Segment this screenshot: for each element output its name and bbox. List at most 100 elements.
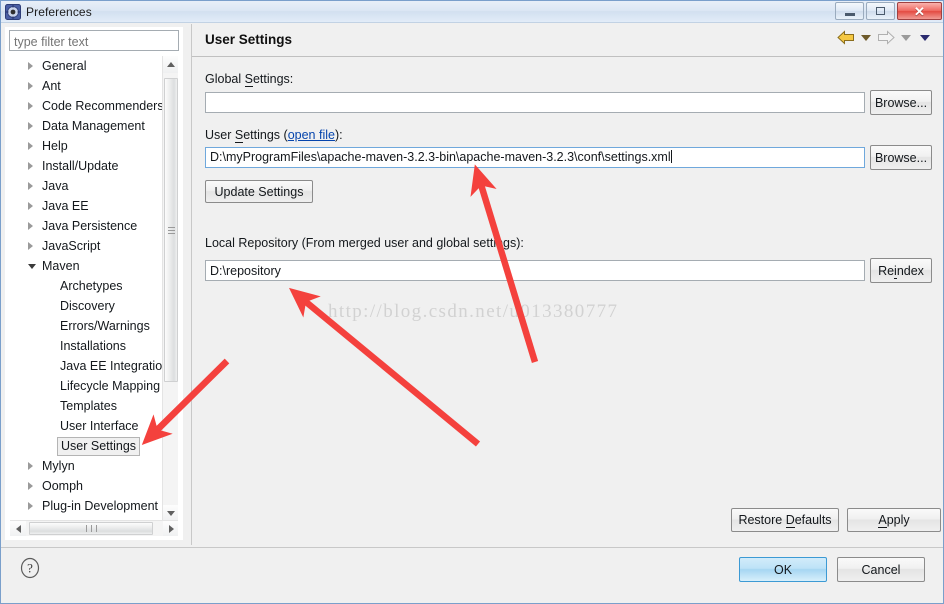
sidebar-item-label: Lifecycle Mapping: [60, 379, 161, 393]
chevron-right-icon[interactable]: [28, 222, 33, 230]
sidebar-item-code-recommenders[interactable]: Code Recommenders: [10, 96, 163, 116]
scroll-left-button[interactable]: [10, 521, 26, 536]
navigation-toolbar: [837, 30, 933, 45]
window-title: Preferences: [26, 4, 92, 19]
filter-input[interactable]: [9, 30, 179, 51]
chevron-right-icon[interactable]: [28, 122, 33, 130]
sidebar-item-install-update[interactable]: Install/Update: [10, 156, 163, 176]
maximize-button[interactable]: [866, 2, 895, 20]
sidebar-item-label: Discovery: [60, 299, 115, 313]
user-settings-label-prefix: User: [205, 128, 235, 142]
chevron-right-icon[interactable]: [28, 82, 33, 90]
reindex-button[interactable]: Reindex: [870, 258, 932, 283]
restore-defaults-mnemonic: D: [785, 513, 795, 528]
user-settings-browse-button[interactable]: Browse...: [870, 145, 932, 170]
chevron-right-icon[interactable]: [28, 482, 33, 490]
sidebar-item-user-settings[interactable]: User Settings: [10, 436, 163, 456]
restore-defaults-suffix: efaults: [794, 513, 832, 527]
sidebar-item-label: Java EE: [42, 199, 89, 213]
update-settings-label: Update Settings: [214, 184, 304, 199]
sidebar-item-label: General: [42, 59, 87, 73]
ok-label: OK: [773, 562, 793, 577]
sidebar-item-javascript[interactable]: JavaScript: [10, 236, 163, 256]
sidebar-item-discovery[interactable]: Discovery: [10, 296, 163, 316]
sidebar-item-data-management[interactable]: Data Management: [10, 116, 163, 136]
settings-panel: User Settings Global Settings: Browse...…: [191, 24, 943, 545]
vertical-scroll-thumb[interactable]: [164, 78, 178, 382]
global-settings-label: Global Settings:: [205, 72, 294, 87]
sidebar-item-maven[interactable]: Maven: [10, 256, 163, 276]
sidebar-item-java-ee-integration[interactable]: Java EE Integration: [10, 356, 163, 376]
local-repository-input[interactable]: [205, 260, 865, 281]
chevron-right-icon[interactable]: [28, 102, 33, 110]
scroll-up-button[interactable]: [163, 56, 178, 73]
apply-button[interactable]: Apply: [847, 508, 941, 532]
sidebar-item-java-ee[interactable]: Java EE: [10, 196, 163, 216]
text-caret: [670, 150, 672, 163]
sidebar-item-java[interactable]: Java: [10, 176, 163, 196]
chevron-right-icon[interactable]: [28, 502, 33, 510]
chevron-right-icon[interactable]: [28, 462, 33, 470]
cancel-button[interactable]: Cancel: [837, 557, 925, 582]
back-history-chevron-down-icon[interactable]: [861, 34, 871, 41]
global-settings-browse-button[interactable]: Browse...: [870, 90, 932, 115]
close-button[interactable]: ✕: [897, 2, 942, 20]
sidebar-item-archetypes[interactable]: Archetypes: [10, 276, 163, 296]
forward-history-chevron-down-icon[interactable]: [901, 34, 911, 41]
sidebar-item-label: Mylyn: [42, 459, 75, 473]
ok-button[interactable]: OK: [739, 557, 827, 582]
minimize-button[interactable]: [835, 2, 864, 20]
chevron-right-icon[interactable]: [28, 242, 33, 250]
scroll-right-button[interactable]: [163, 521, 178, 536]
window-titlebar: Preferences ✕: [1, 1, 943, 23]
title-divider: [192, 56, 943, 57]
sidebar-item-mylyn[interactable]: Mylyn: [10, 456, 163, 476]
preference-tree-items: General Ant Code Recommenders Data Manageme…: [10, 56, 163, 522]
chevron-right-icon[interactable]: [28, 142, 33, 150]
sidebar-item-java-persistence[interactable]: Java Persistence: [10, 216, 163, 236]
restore-defaults-button[interactable]: Restore Defaults: [731, 508, 839, 532]
chevron-right-icon[interactable]: [28, 162, 33, 170]
chevron-right-icon[interactable]: [28, 182, 33, 190]
sidebar-item-help[interactable]: Help: [10, 136, 163, 156]
chevron-down-icon[interactable]: [28, 264, 36, 269]
sidebar-item-label: Java: [42, 179, 69, 193]
sidebar-item-templates[interactable]: Templates: [10, 396, 163, 416]
view-menu-chevron-down-icon[interactable]: [920, 34, 930, 41]
sidebar-item-label: Templates: [60, 399, 117, 413]
back-arrow-icon[interactable]: [837, 30, 855, 45]
sidebar-item-installations[interactable]: Installations: [10, 336, 163, 356]
sidebar-item-user-interface[interactable]: User Interface: [10, 416, 163, 436]
help-question-icon[interactable]: ?: [19, 557, 41, 579]
sidebar-item-label: Plug-in Development: [42, 499, 159, 513]
tree-vertical-scrollbar[interactable]: [162, 56, 178, 522]
sidebar-item-lifecycle-mapping[interactable]: Lifecycle Mapping: [10, 376, 163, 396]
horizontal-scroll-thumb[interactable]: [29, 522, 153, 535]
sidebar-item-oomph[interactable]: Oomph: [10, 476, 163, 496]
preference-tree: General Ant Code Recommenders Data Manageme…: [9, 55, 179, 537]
sidebar-item-errors-warnings[interactable]: Errors/Warnings: [10, 316, 163, 336]
forward-arrow-icon[interactable]: [877, 30, 895, 45]
minimize-icon: [844, 12, 855, 16]
close-icon: ✕: [914, 3, 925, 19]
update-settings-button[interactable]: Update Settings: [205, 180, 313, 203]
apply-label: Apply: [878, 513, 910, 528]
chevron-right-icon[interactable]: [28, 202, 33, 210]
sidebar-item-plug-in-development[interactable]: Plug-in Development: [10, 496, 163, 516]
user-settings-input[interactable]: D:\myProgramFiles\apache-maven-3.2.3-bin…: [205, 147, 865, 168]
chevron-right-icon[interactable]: [28, 62, 33, 70]
reindex-label-b: ndex: [896, 263, 924, 278]
grip-icon: [84, 525, 99, 532]
apply-mnemonic: A: [878, 513, 887, 528]
sidebar-item-general[interactable]: General: [10, 56, 163, 76]
sidebar-item-ant[interactable]: Ant: [10, 76, 163, 96]
open-file-link[interactable]: open file: [288, 128, 335, 142]
user-settings-label: User Settings (open file):: [205, 128, 343, 143]
user-settings-mnemonic: S: [234, 128, 244, 143]
tree-horizontal-scrollbar[interactable]: [10, 520, 178, 536]
svg-text:?: ?: [27, 561, 33, 576]
reindex-label-a: Re: [878, 263, 895, 278]
sidebar-item-label: Data Management: [42, 119, 145, 133]
sidebar-item-label: Java EE Integration: [60, 359, 163, 373]
global-settings-input[interactable]: [205, 92, 865, 113]
